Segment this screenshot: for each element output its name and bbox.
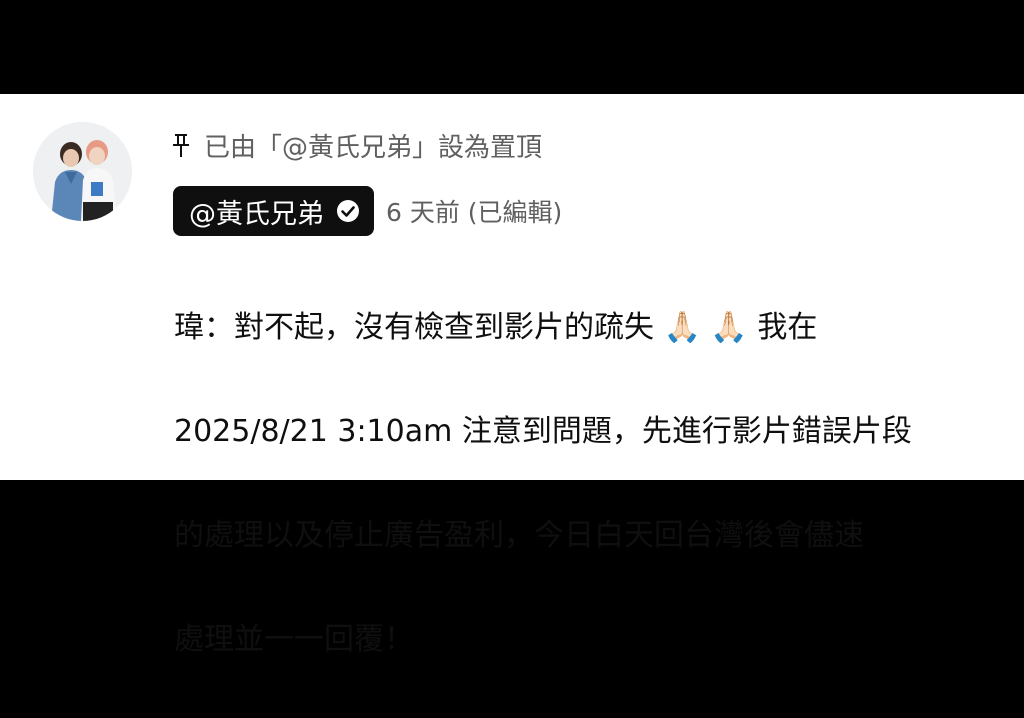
author-name: @黃氏兄弟 [189, 198, 324, 230]
comment-line: 2025/8/21 3:10am 注意到問題，先進行影片錯誤片段 [174, 414, 912, 449]
comment-line: 的處理以及停止廣告盈利，今日白天回台灣後會儘速 [174, 518, 864, 553]
pinned-row: 已由「@黃氏兄弟」設為置頂 [172, 125, 542, 165]
comment-text: 瑋：對不起，沒有檢查到影片的疏失 🙏🏻 🙏🏻 我在 2025/8/21 3:10… [174, 250, 994, 718]
pinned-label: 已由「@黃氏兄弟」設為置頂 [204, 132, 543, 163]
avatar-image [33, 122, 132, 221]
author-chip[interactable]: @黃氏兄弟 [173, 186, 374, 236]
comment-header: @黃氏兄弟 6 天前 (已編輯) [173, 186, 562, 236]
comment-line: 瑋：對不起，沒有檢查到影片的疏失 🙏🏻 🙏🏻 我在 [174, 310, 818, 345]
letterbox-top [0, 0, 1024, 94]
pin-icon [172, 133, 190, 157]
comment-timestamp[interactable]: 6 天前 (已編輯) [386, 193, 562, 229]
verified-badge-icon [336, 199, 360, 223]
channel-avatar[interactable] [33, 122, 132, 221]
comment-line: 處理並一一回覆！ [174, 622, 414, 657]
